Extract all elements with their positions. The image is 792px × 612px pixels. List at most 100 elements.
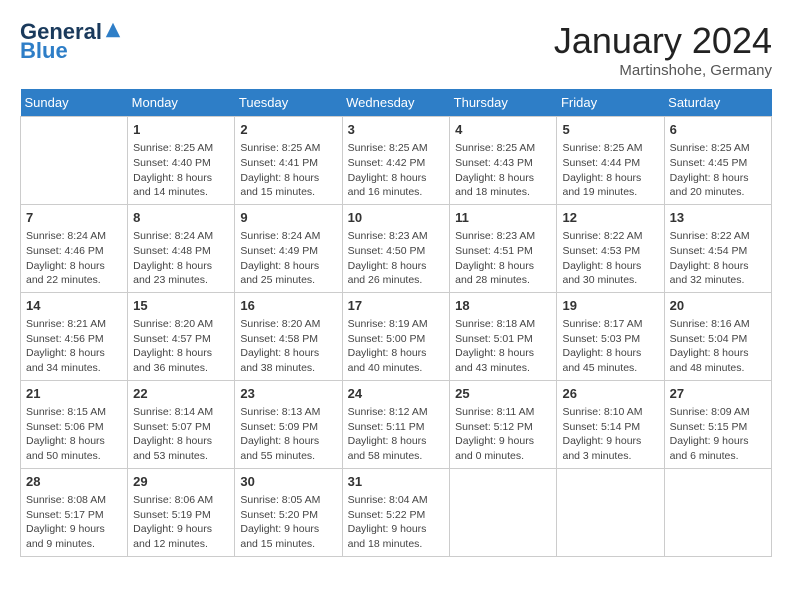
day-info: Sunrise: 8:24 AM Sunset: 4:46 PM Dayligh… <box>26 229 122 288</box>
title-section: January 2024 Martinshohe, Germany <box>554 20 772 79</box>
day-number: 23 <box>240 385 336 403</box>
day-number: 9 <box>240 209 336 227</box>
day-number: 4 <box>455 121 551 139</box>
calendar-cell: 2 Sunrise: 8:25 AM Sunset: 4:41 PM Daylig… <box>235 117 342 205</box>
day-info: Sunrise: 8:25 AM Sunset: 4:44 PM Dayligh… <box>562 141 658 200</box>
calendar-cell: 22 Sunrise: 8:14 AM Sunset: 5:07 PM Dayli… <box>128 380 235 468</box>
calendar-cell: 29Sunrise: 8:06 AM Sunset: 5:19 PM Dayli… <box>128 468 235 556</box>
day-info: Sunrise: 8:09 AM Sunset: 5:15 PM Dayligh… <box>670 405 766 464</box>
day-number: 31 <box>348 473 445 491</box>
day-info: Sunrise: 8:17 AM Sunset: 5:03 PM Dayligh… <box>562 317 658 376</box>
calendar-cell: 5 Sunrise: 8:25 AM Sunset: 4:44 PM Daylig… <box>557 117 664 205</box>
day-info: Sunrise: 8:20 AM Sunset: 4:58 PM Dayligh… <box>240 317 336 376</box>
day-number: 24 <box>348 385 445 403</box>
calendar-cell: 15Sunrise: 8:20 AM Sunset: 4:57 PM Dayli… <box>128 292 235 380</box>
weekday-header-saturday: Saturday <box>664 89 771 117</box>
day-info: Sunrise: 8:08 AM Sunset: 5:17 PM Dayligh… <box>26 493 122 552</box>
calendar-cell: 21 Sunrise: 8:15 AM Sunset: 5:06 PM Dayli… <box>21 380 128 468</box>
day-info: Sunrise: 8:19 AM Sunset: 5:00 PM Dayligh… <box>348 317 445 376</box>
day-info: Sunrise: 8:25 AM Sunset: 4:42 PM Dayligh… <box>348 141 445 200</box>
calendar-week-row: 21 Sunrise: 8:15 AM Sunset: 5:06 PM Dayli… <box>21 380 772 468</box>
weekday-header-row: SundayMondayTuesdayWednesdayThursdayFrid… <box>21 89 772 117</box>
calendar-cell <box>557 468 664 556</box>
calendar-cell: 6Sunrise: 8:25 AM Sunset: 4:45 PM Daylig… <box>664 117 771 205</box>
day-number: 2 <box>240 121 336 139</box>
day-info: Sunrise: 8:13 AM Sunset: 5:09 PM Dayligh… <box>240 405 336 464</box>
calendar-week-row: 1Sunrise: 8:25 AM Sunset: 4:40 PM Daylig… <box>21 117 772 205</box>
day-number: 16 <box>240 297 336 315</box>
calendar-cell: 3 Sunrise: 8:25 AM Sunset: 4:42 PM Daylig… <box>342 117 450 205</box>
day-info: Sunrise: 8:23 AM Sunset: 4:51 PM Dayligh… <box>455 229 551 288</box>
calendar-cell: 26Sunrise: 8:10 AM Sunset: 5:14 PM Dayli… <box>557 380 664 468</box>
day-info: Sunrise: 8:06 AM Sunset: 5:19 PM Dayligh… <box>133 493 229 552</box>
calendar-cell: 25 Sunrise: 8:11 AM Sunset: 5:12 PM Dayli… <box>450 380 557 468</box>
day-info: Sunrise: 8:22 AM Sunset: 4:54 PM Dayligh… <box>670 229 766 288</box>
weekday-header-tuesday: Tuesday <box>235 89 342 117</box>
weekday-header-sunday: Sunday <box>21 89 128 117</box>
day-number: 8 <box>133 209 229 227</box>
calendar-cell: 1Sunrise: 8:25 AM Sunset: 4:40 PM Daylig… <box>128 117 235 205</box>
calendar-cell: 14Sunrise: 8:21 AM Sunset: 4:56 PM Dayli… <box>21 292 128 380</box>
day-info: Sunrise: 8:15 AM Sunset: 5:06 PM Dayligh… <box>26 405 122 464</box>
day-info: Sunrise: 8:04 AM Sunset: 5:22 PM Dayligh… <box>348 493 445 552</box>
weekday-header-thursday: Thursday <box>450 89 557 117</box>
calendar-cell: 19Sunrise: 8:17 AM Sunset: 5:03 PM Dayli… <box>557 292 664 380</box>
day-number: 17 <box>348 297 445 315</box>
day-number: 22 <box>133 385 229 403</box>
weekday-header-monday: Monday <box>128 89 235 117</box>
day-info: Sunrise: 8:11 AM Sunset: 5:12 PM Dayligh… <box>455 405 551 464</box>
day-info: Sunrise: 8:25 AM Sunset: 4:41 PM Dayligh… <box>240 141 336 200</box>
day-info: Sunrise: 8:14 AM Sunset: 5:07 PM Dayligh… <box>133 405 229 464</box>
calendar-cell <box>664 468 771 556</box>
calendar-table: SundayMondayTuesdayWednesdayThursdayFrid… <box>20 89 772 557</box>
calendar-cell: 30 Sunrise: 8:05 AM Sunset: 5:20 PM Dayli… <box>235 468 342 556</box>
day-info: Sunrise: 8:24 AM Sunset: 4:49 PM Dayligh… <box>240 229 336 288</box>
day-number: 18 <box>455 297 551 315</box>
day-number: 5 <box>562 121 658 139</box>
calendar-week-row: 28 Sunrise: 8:08 AM Sunset: 5:17 PM Dayli… <box>21 468 772 556</box>
calendar-cell: 7 Sunrise: 8:24 AM Sunset: 4:46 PM Daylig… <box>21 204 128 292</box>
calendar-cell <box>21 117 128 205</box>
day-number: 7 <box>26 209 122 227</box>
calendar-week-row: 7 Sunrise: 8:24 AM Sunset: 4:46 PM Daylig… <box>21 204 772 292</box>
day-info: Sunrise: 8:25 AM Sunset: 4:40 PM Dayligh… <box>133 141 229 200</box>
weekday-header-friday: Friday <box>557 89 664 117</box>
day-info: Sunrise: 8:05 AM Sunset: 5:20 PM Dayligh… <box>240 493 336 552</box>
day-number: 26 <box>562 385 658 403</box>
calendar-cell: 11 Sunrise: 8:23 AM Sunset: 4:51 PM Dayli… <box>450 204 557 292</box>
weekday-header-wednesday: Wednesday <box>342 89 450 117</box>
calendar-cell: 12 Sunrise: 8:22 AM Sunset: 4:53 PM Dayli… <box>557 204 664 292</box>
logo: General Blue <box>20 20 122 64</box>
month-title: January 2024 <box>554 20 772 62</box>
day-number: 28 <box>26 473 122 491</box>
calendar-cell: 31 Sunrise: 8:04 AM Sunset: 5:22 PM Dayli… <box>342 468 450 556</box>
day-number: 12 <box>562 209 658 227</box>
day-number: 25 <box>455 385 551 403</box>
calendar-cell: 24Sunrise: 8:12 AM Sunset: 5:11 PM Dayli… <box>342 380 450 468</box>
location: Martinshohe, Germany <box>554 62 772 79</box>
calendar-cell: 9 Sunrise: 8:24 AM Sunset: 4:49 PM Daylig… <box>235 204 342 292</box>
day-info: Sunrise: 8:16 AM Sunset: 5:04 PM Dayligh… <box>670 317 766 376</box>
calendar-cell: 8 Sunrise: 8:24 AM Sunset: 4:48 PM Daylig… <box>128 204 235 292</box>
day-info: Sunrise: 8:25 AM Sunset: 4:45 PM Dayligh… <box>670 141 766 200</box>
day-number: 3 <box>348 121 445 139</box>
calendar-cell: 23 Sunrise: 8:13 AM Sunset: 5:09 PM Dayli… <box>235 380 342 468</box>
calendar-cell: 4 Sunrise: 8:25 AM Sunset: 4:43 PM Daylig… <box>450 117 557 205</box>
calendar-week-row: 14Sunrise: 8:21 AM Sunset: 4:56 PM Dayli… <box>21 292 772 380</box>
calendar-cell: 10Sunrise: 8:23 AM Sunset: 4:50 PM Dayli… <box>342 204 450 292</box>
page-header: General Blue January 2024 Martinshohe, G… <box>20 20 772 79</box>
day-info: Sunrise: 8:24 AM Sunset: 4:48 PM Dayligh… <box>133 229 229 288</box>
day-info: Sunrise: 8:25 AM Sunset: 4:43 PM Dayligh… <box>455 141 551 200</box>
calendar-cell: 20 Sunrise: 8:16 AM Sunset: 5:04 PM Dayli… <box>664 292 771 380</box>
calendar-cell: 28 Sunrise: 8:08 AM Sunset: 5:17 PM Dayli… <box>21 468 128 556</box>
day-number: 15 <box>133 297 229 315</box>
day-info: Sunrise: 8:22 AM Sunset: 4:53 PM Dayligh… <box>562 229 658 288</box>
day-number: 21 <box>26 385 122 403</box>
day-number: 20 <box>670 297 766 315</box>
day-number: 10 <box>348 209 445 227</box>
day-number: 11 <box>455 209 551 227</box>
day-number: 30 <box>240 473 336 491</box>
day-info: Sunrise: 8:18 AM Sunset: 5:01 PM Dayligh… <box>455 317 551 376</box>
day-number: 13 <box>670 209 766 227</box>
calendar-cell: 17 Sunrise: 8:19 AM Sunset: 5:00 PM Dayli… <box>342 292 450 380</box>
